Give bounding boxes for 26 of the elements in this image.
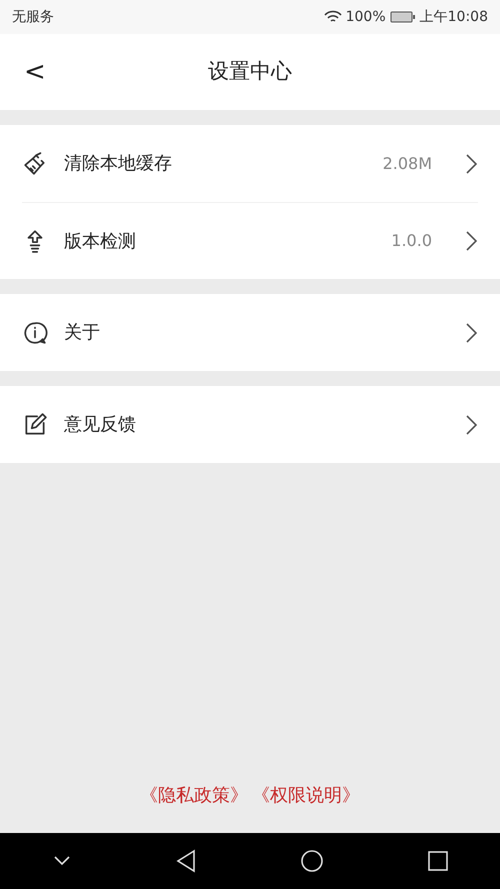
- info-icon: [22, 320, 48, 346]
- back-triangle-icon[interactable]: [174, 849, 196, 873]
- battery-icon: [390, 11, 416, 23]
- row-label: 清除本地缓存: [64, 152, 172, 176]
- row-label: 关于: [64, 321, 100, 345]
- clock-text: 上午10:08: [420, 8, 488, 26]
- policy-link[interactable]: 《权限说明》: [252, 782, 360, 809]
- page-title: 设置中心: [208, 58, 292, 86]
- chevron-right-icon: [464, 230, 478, 252]
- wifi-icon: [324, 10, 342, 24]
- settings-row[interactable]: 版本检测 1.0.0: [22, 202, 478, 279]
- row-value: 2.08M: [382, 152, 432, 174]
- back-button[interactable]: <: [16, 52, 54, 92]
- chevron-right-icon: [464, 152, 478, 174]
- recents-square-icon[interactable]: [426, 850, 448, 872]
- chevron-right-icon: [464, 414, 478, 436]
- home-circle-icon[interactable]: [300, 849, 324, 873]
- battery-percent: 100%: [346, 8, 386, 26]
- row-label: 版本检测: [64, 230, 136, 254]
- row-value: 1.0.0: [391, 230, 432, 252]
- chevron-down-icon[interactable]: [52, 855, 72, 867]
- row-label: 意见反馈: [64, 413, 136, 437]
- chevron-right-icon: [464, 322, 478, 344]
- policy-link[interactable]: 《隐私政策》: [140, 782, 248, 809]
- carrier-text: 无服务: [12, 8, 54, 26]
- settings-row[interactable]: 清除本地缓存 2.08M: [22, 125, 478, 202]
